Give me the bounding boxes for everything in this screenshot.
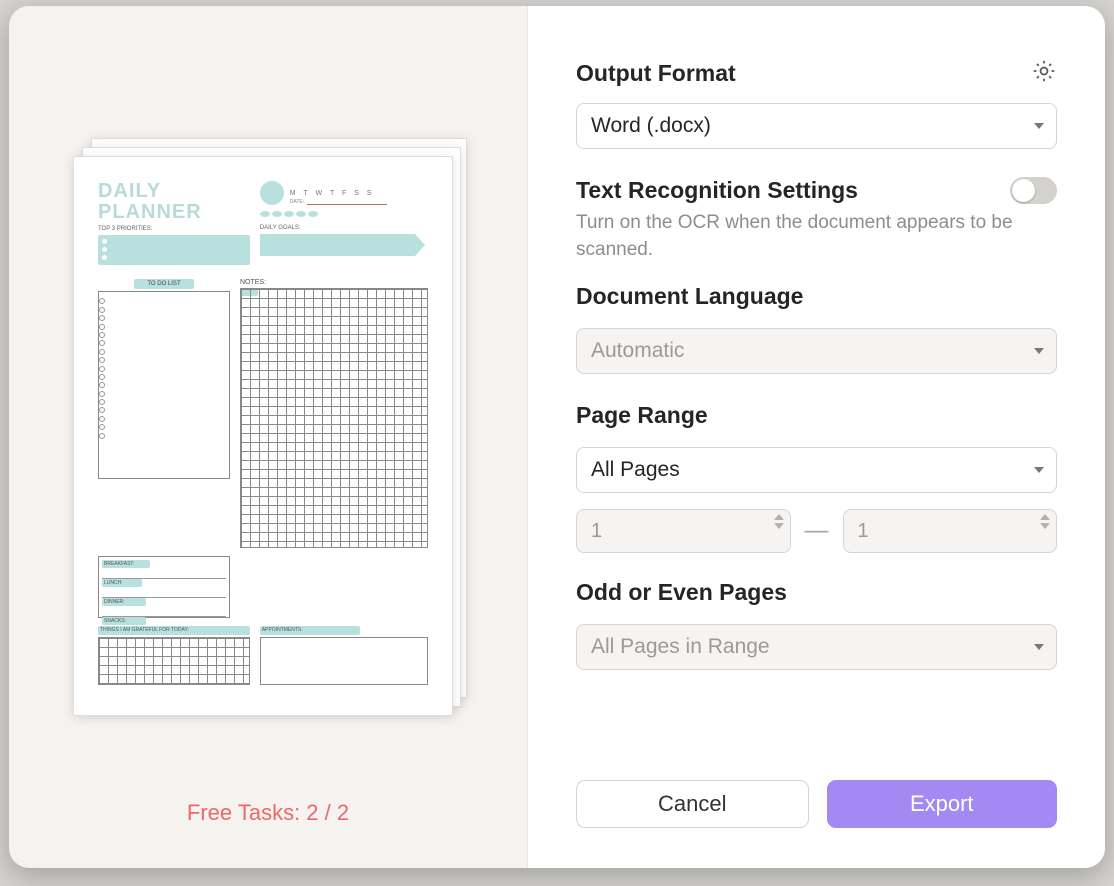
page-range-label: Page Range xyxy=(576,402,1057,429)
export-dialog: DAILY PLANNER TOP 3 PRIORITIES: xyxy=(9,6,1105,868)
output-format-label: Output Format xyxy=(576,60,736,87)
free-tasks-counter: Free Tasks: 2 / 2 xyxy=(187,800,349,838)
page-to-value: 1 xyxy=(858,520,869,543)
export-options-pane: Output Format Word (.docx) Text Recognit… xyxy=(527,6,1105,868)
doc-language-label: Document Language xyxy=(576,283,1057,310)
page-from-input[interactable]: 1 xyxy=(576,509,791,553)
planner-thumbnail: DAILY PLANNER TOP 3 PRIORITIES: xyxy=(98,181,428,691)
output-format-select[interactable]: Word (.docx) xyxy=(576,103,1057,149)
chevron-down-icon xyxy=(1034,644,1044,650)
cancel-button[interactable]: Cancel xyxy=(576,780,809,828)
ocr-label: Text Recognition Settings xyxy=(576,177,858,204)
odd-even-label: Odd or Even Pages xyxy=(576,579,1057,606)
chevron-down-icon xyxy=(1034,123,1044,129)
export-button[interactable]: Export xyxy=(827,780,1058,828)
preview-page-front: DAILY PLANNER TOP 3 PRIORITIES: xyxy=(73,156,453,716)
appointments-label: APPOINTMENTS: xyxy=(260,626,360,635)
page-range-select[interactable]: All Pages xyxy=(576,447,1057,493)
page-to-stepper[interactable] xyxy=(1040,514,1050,529)
todo-label: TO DO LIST xyxy=(134,279,194,289)
preview-pane: DAILY PLANNER TOP 3 PRIORITIES: xyxy=(9,6,527,868)
page-to-input[interactable]: 1 xyxy=(843,509,1058,553)
odd-even-select[interactable]: All Pages in Range xyxy=(576,624,1057,670)
top-priorities-label: TOP 3 PRIORITIES: xyxy=(98,226,250,232)
ocr-toggle[interactable] xyxy=(1010,177,1057,204)
gear-icon[interactable] xyxy=(1031,58,1057,89)
page-range-value: All Pages xyxy=(591,458,680,482)
date-label: DATE: xyxy=(290,199,304,205)
page-from-stepper[interactable] xyxy=(774,514,784,529)
ocr-description: Turn on the OCR when the document appear… xyxy=(576,210,1057,263)
daily-goals-label: DAILY GOALS: xyxy=(260,225,428,231)
document-preview: DAILY PLANNER TOP 3 PRIORITIES: xyxy=(73,156,463,716)
planner-title-2: PLANNER xyxy=(98,202,250,223)
page-from-value: 1 xyxy=(591,520,602,543)
output-format-value: Word (.docx) xyxy=(591,114,711,138)
doc-language-select[interactable]: Automatic xyxy=(576,328,1057,374)
range-dash: — xyxy=(805,517,829,545)
doc-language-value: Automatic xyxy=(591,339,684,363)
chevron-down-icon xyxy=(1034,348,1044,354)
chevron-down-icon xyxy=(1034,467,1044,473)
toggle-knob xyxy=(1012,179,1035,202)
weekday-row: M T W T F S S xyxy=(290,190,428,197)
odd-even-value: All Pages in Range xyxy=(591,635,770,659)
notes-label: NOTES: xyxy=(240,279,428,286)
planner-title-1: DAILY xyxy=(98,181,250,202)
grateful-label: THINGS I AM GRATEFUL FOR TODAY: xyxy=(98,626,250,635)
